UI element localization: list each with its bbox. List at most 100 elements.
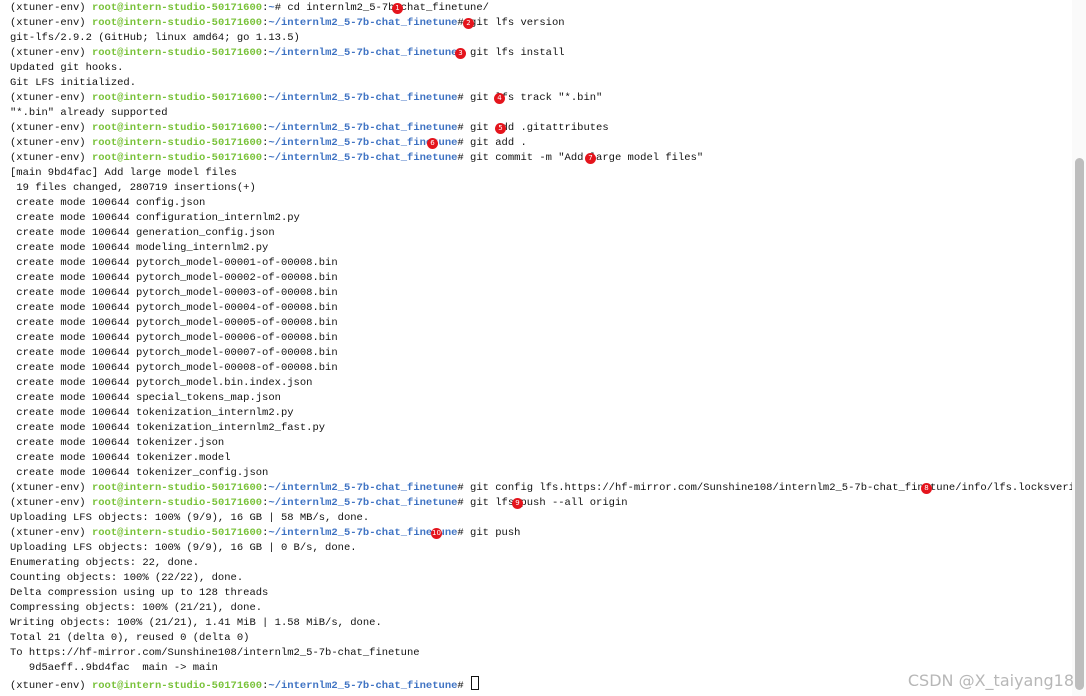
- terminal-command-line: (xtuner-env) root@intern-studio-50171600…: [10, 481, 1086, 496]
- step-number-badge: 10: [431, 528, 442, 539]
- output-text: create mode 100644 generation_config.jso…: [10, 227, 275, 239]
- output-text: create mode 100644 configuration_internl…: [10, 212, 300, 224]
- output-text: create mode 100644 pytorch_model.bin.ind…: [10, 377, 313, 389]
- output-text: Writing objects: 100% (21/21), 1.41 MiB …: [10, 617, 382, 629]
- terminal-command-line: (xtuner-env) root@intern-studio-50171600…: [10, 17, 565, 29]
- terminal-output-line: Updated git hooks.: [10, 61, 1072, 76]
- terminal-output-line: To https://hf-mirror.com/Sunshine108/int…: [10, 646, 1072, 661]
- prompt-env: (xtuner-env): [10, 497, 86, 509]
- prompt-user-host: root@intern-studio-50171600: [91, 152, 263, 164]
- output-text: Enumerating objects: 22, done.: [10, 557, 200, 569]
- output-text: create mode 100644 pytorch_model-00001-o…: [10, 257, 338, 269]
- terminal-output-line: create mode 100644 pytorch_model-00005-o…: [10, 316, 1072, 331]
- terminal-output-line: 19 files changed, 280719 insertions(+): [10, 181, 1072, 196]
- terminal-output-line: Counting objects: 100% (22/22), done.: [10, 571, 1072, 586]
- output-text: create mode 100644 tokenizer.json: [10, 437, 225, 449]
- terminal-output-line: Uploading LFS objects: 100% (9/9), 16 GB…: [10, 541, 1072, 556]
- prompt-env: (xtuner-env): [10, 482, 86, 494]
- prompt-path: ~/internlm2_5-7b-chat_finetune: [268, 47, 458, 59]
- terminal-output-line: create mode 100644 tokenizer.model: [10, 451, 1072, 466]
- prompt-user-host: root@intern-studio-50171600: [91, 2, 263, 14]
- terminal-cursor[interactable]: [471, 676, 480, 690]
- output-text: 9d5aeff..9bd4fac main -> main: [10, 662, 218, 674]
- output-text: create mode 100644 pytorch_model-00002-o…: [10, 272, 338, 284]
- output-text: create mode 100644 tokenizer.model: [10, 452, 231, 464]
- prompt-path: ~/internlm2_5-7b-chat_finetune: [268, 527, 458, 539]
- output-text: create mode 100644 modeling_internlm2.py: [10, 242, 269, 254]
- prompt-env: (xtuner-env): [10, 122, 86, 134]
- scrollbar[interactable]: [1072, 0, 1086, 696]
- terminal-output-line: git-lfs/2.9.2 (GitHub; linux amd64; go 1…: [10, 31, 1072, 46]
- output-text: Total 21 (delta 0), reused 0 (delta 0): [10, 632, 250, 644]
- output-text: create mode 100644 pytorch_model-00006-o…: [10, 332, 338, 344]
- output-text: create mode 100644 pytorch_model-00004-o…: [10, 302, 338, 314]
- scrollbar-thumb[interactable]: [1075, 158, 1084, 690]
- prompt-env: (xtuner-env): [10, 17, 86, 29]
- prompt-env: (xtuner-env): [10, 92, 86, 104]
- terminal-output-line: create mode 100644 tokenizer_config.json: [10, 466, 1072, 481]
- output-text: [main 9bd4fac] Add large model files: [10, 167, 237, 179]
- output-text: create mode 100644 tokenizer_config.json: [10, 467, 269, 479]
- terminal-output-line: create mode 100644 pytorch_model-00007-o…: [10, 346, 1072, 361]
- terminal-command-line: (xtuner-env) root@intern-studio-50171600…: [10, 92, 603, 104]
- prompt-env: (xtuner-env): [10, 152, 86, 164]
- prompt-env: (xtuner-env): [10, 527, 86, 539]
- output-text: "*.bin" already supported: [10, 107, 168, 119]
- prompt-path: ~/internlm2_5-7b-chat_finetune: [268, 497, 458, 509]
- prompt-path: ~/internlm2_5-7b-chat_finetune: [268, 122, 458, 134]
- output-text: create mode 100644 tokenization_internlm…: [10, 422, 326, 434]
- terminal-output[interactable]: (xtuner-env) root@intern-studio-50171600…: [0, 0, 1086, 696]
- prompt-path: ~/internlm2_5-7b-chat_finetune: [268, 482, 458, 494]
- output-text: Delta compression using up to 128 thread…: [10, 587, 269, 599]
- output-text: 19 files changed, 280719 insertions(+): [10, 182, 256, 194]
- terminal-command-line: (xtuner-env) root@intern-studio-50171600…: [10, 137, 527, 149]
- output-text: Git LFS initialized.: [10, 77, 137, 89]
- prompt-user-host: root@intern-studio-50171600: [91, 92, 263, 104]
- output-text: create mode 100644 tokenization_internlm…: [10, 407, 294, 419]
- step-number-badge: 3: [455, 48, 466, 59]
- terminal-output-line: create mode 100644 pytorch_model-00002-o…: [10, 271, 1072, 286]
- terminal-output-line: create mode 100644 tokenizer.json: [10, 436, 1072, 451]
- terminal-output-line: create mode 100644 pytorch_model-00004-o…: [10, 301, 1072, 316]
- step-number-badge: 8: [921, 483, 932, 494]
- prompt-user-host: root@intern-studio-50171600: [91, 137, 263, 149]
- terminal-output-line: create mode 100644 modeling_internlm2.py: [10, 241, 1072, 256]
- terminal-output-line: create mode 100644 tokenization_internlm…: [10, 421, 1072, 436]
- prompt-path: ~/internlm2_5-7b-chat_finetune: [268, 92, 458, 104]
- terminal-command-line: (xtuner-env) root@intern-studio-50171600…: [10, 47, 565, 59]
- terminal-output-line: create mode 100644 pytorch_model.bin.ind…: [10, 376, 1072, 391]
- output-text: create mode 100644 pytorch_model-00003-o…: [10, 287, 338, 299]
- terminal-output-line: create mode 100644 config.json: [10, 196, 1072, 211]
- terminal-output-line: create mode 100644 configuration_internl…: [10, 211, 1072, 226]
- command-text: [464, 680, 470, 692]
- terminal-output-line: create mode 100644 special_tokens_map.js…: [10, 391, 1072, 406]
- prompt-user-host: root@intern-studio-50171600: [91, 482, 263, 494]
- terminal-output-line: Compressing objects: 100% (21/21), done.: [10, 601, 1072, 616]
- terminal-output-line: create mode 100644 generation_config.jso…: [10, 226, 1072, 241]
- terminal-output-line: Uploading LFS objects: 100% (9/9), 16 GB…: [10, 511, 1072, 526]
- terminal-command-line: (xtuner-env) root@intern-studio-50171600…: [10, 2, 489, 14]
- output-text: create mode 100644 special_tokens_map.js…: [10, 392, 281, 404]
- output-text: Uploading LFS objects: 100% (9/9), 16 GB…: [10, 512, 370, 524]
- terminal-output-line: "*.bin" already supported: [10, 106, 1072, 121]
- terminal-output-line: Total 21 (delta 0), reused 0 (delta 0): [10, 631, 1072, 646]
- prompt-path: ~/internlm2_5-7b-chat_finetune: [268, 680, 458, 692]
- output-text: create mode 100644 config.json: [10, 197, 206, 209]
- step-number-badge: 7: [585, 153, 596, 164]
- command-text: git lfs push --all origin: [463, 497, 628, 509]
- prompt-user-host: root@intern-studio-50171600: [91, 497, 263, 509]
- output-text: To https://hf-mirror.com/Sunshine108/int…: [10, 647, 420, 659]
- prompt-user-host: root@intern-studio-50171600: [91, 680, 263, 692]
- prompt-user-host: root@intern-studio-50171600: [91, 122, 263, 134]
- output-text: create mode 100644 pytorch_model-00005-o…: [10, 317, 338, 329]
- command-text: git push: [463, 527, 521, 539]
- terminal-command-line: (xtuner-env) root@intern-studio-50171600…: [10, 152, 704, 164]
- terminal-output-line: Git LFS initialized.: [10, 76, 1072, 91]
- command-text: git config lfs.https://hf-mirror.com/Sun…: [463, 482, 1086, 494]
- prompt-env: (xtuner-env): [10, 47, 86, 59]
- output-text: Updated git hooks.: [10, 62, 124, 74]
- command-text: git commit -m "Add large model files": [463, 152, 704, 164]
- prompt-user-host: root@intern-studio-50171600: [91, 527, 263, 539]
- terminal-command-line: (xtuner-env) root@intern-studio-50171600…: [10, 527, 521, 539]
- command-text: git lfs version: [463, 17, 565, 29]
